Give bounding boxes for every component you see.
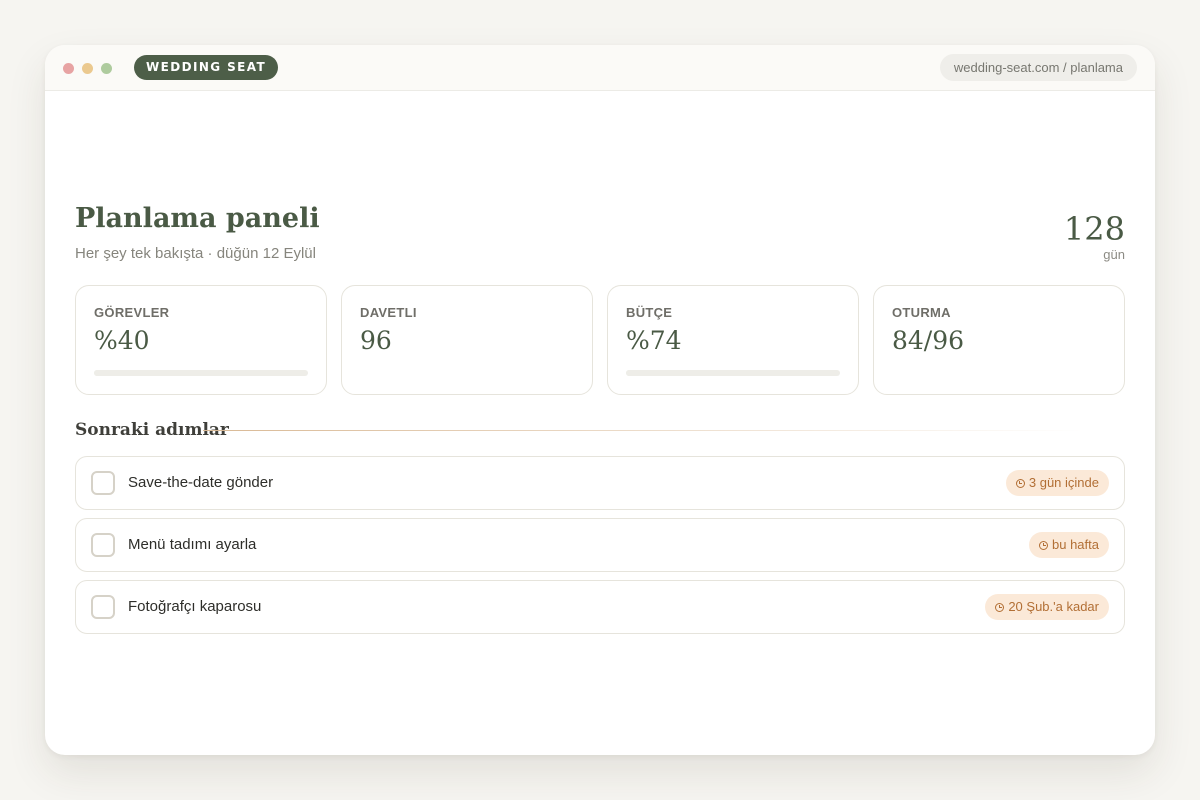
brand-badge[interactable]: WEDDING SEAT [134, 55, 279, 80]
task-item[interactable]: Save-the-date gönder 3 gün içinde [75, 456, 1125, 510]
task-checkbox[interactable] [91, 595, 115, 619]
app-window: WEDDING SEAT wedding-seat.com / planlama… [45, 45, 1155, 755]
due-text: 3 gün içinde [1028, 475, 1099, 490]
task-item[interactable]: Menü tadımı ayarla bu hafta [75, 518, 1125, 572]
stat-card-seating[interactable]: OTURMA 84/96 [873, 285, 1125, 395]
stat-card-tasks[interactable]: GÖREVLER %40 [75, 285, 327, 395]
stat-label: GÖREVLER [94, 305, 170, 320]
task-label: Menü tadımı ayarla [128, 536, 257, 553]
close-window-dot[interactable] [63, 63, 74, 74]
stat-label: OTURMA [892, 305, 951, 320]
task-checkbox[interactable] [91, 533, 115, 557]
stat-value: 84/96 [892, 326, 965, 355]
stat-card-guests[interactable]: DAVETLI 96 [341, 285, 593, 395]
stat-card-budget[interactable]: BÜTÇE %74 [607, 285, 859, 395]
stats-row: GÖREVLER %40 DAVETLI 96 BÜTÇE %74 OTURMA… [75, 285, 1125, 395]
task-item[interactable]: Fotoğrafçı kaparosu 20 Şub.'a kadar [75, 580, 1125, 634]
clock-icon [1015, 478, 1025, 488]
budget-progress-fill [626, 370, 785, 376]
task-label: Save-the-date gönder [128, 474, 274, 491]
url-bar[interactable]: wedding-seat.com / planlama [939, 54, 1137, 81]
page-subtitle: Her şey tek bakışta · düğün 12 Eylül [75, 245, 316, 262]
budget-progress-bar [626, 370, 840, 376]
maximize-window-dot[interactable] [101, 63, 112, 74]
task-label: Fotoğrafçı kaparosu [128, 598, 262, 615]
due-text: bu hafta [1052, 537, 1099, 552]
due-badge: 20 Şub.'a kadar [985, 594, 1109, 620]
stat-value: 96 [360, 326, 392, 355]
tasks-progress-bar [94, 370, 308, 376]
due-badge: bu hafta [1029, 532, 1109, 558]
page-title: Planlama paneli [75, 203, 320, 234]
title-bar: WEDDING SEAT wedding-seat.com / planlama [45, 45, 1155, 91]
due-text: 20 Şub.'a kadar [1008, 599, 1099, 614]
clock-icon [1039, 540, 1048, 550]
clock-icon [995, 602, 1005, 612]
countdown: 128 gün [1064, 211, 1125, 262]
stat-value: %40 [94, 326, 150, 355]
countdown-unit: gün [1103, 247, 1125, 262]
tasks-progress-fill [94, 370, 180, 376]
stat-label: BÜTÇE [626, 305, 673, 320]
due-badge: 3 gün içinde [1005, 470, 1109, 496]
countdown-value: 128 [1063, 210, 1125, 248]
section-divider [203, 430, 1083, 431]
task-checkbox[interactable] [91, 471, 115, 495]
stat-value: %74 [626, 326, 682, 355]
stat-label: DAVETLI [360, 305, 417, 320]
minimize-window-dot[interactable] [82, 63, 93, 74]
